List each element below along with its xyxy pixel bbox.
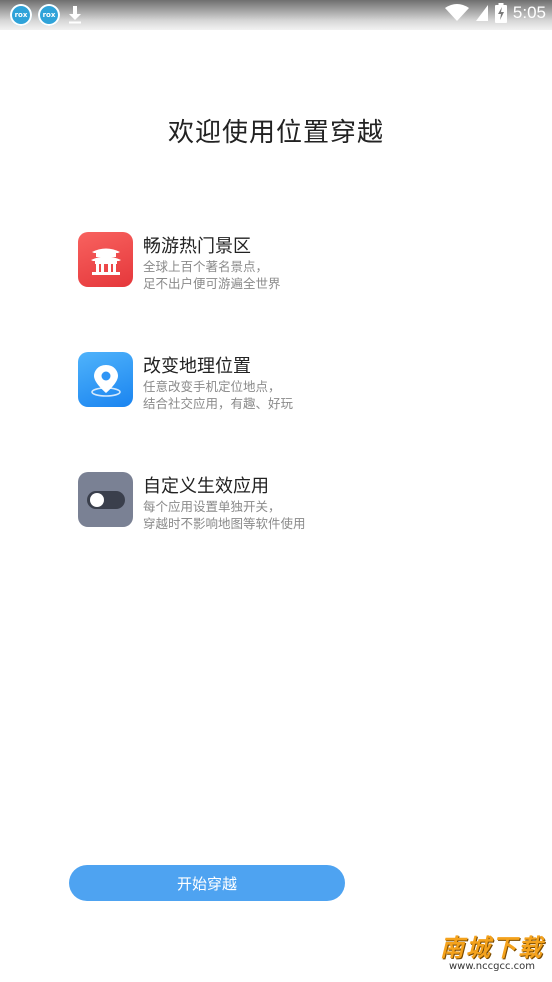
system-status-area: 5:05 [444,3,546,23]
status-bar: rox rox 5:05 [0,0,552,30]
feature-title: 畅游热门景区 [143,236,251,257]
palace-icon [78,232,133,287]
page-title: 欢迎使用位置穿越 [167,118,384,148]
start-button[interactable]: 开始穿越 [69,865,345,901]
feature-title: 改变地理位置 [143,356,251,377]
watermark: 南城下载 www.nccgcc.com [440,928,544,972]
feature-change-location: 改变地理位置 任意改变手机定位地点， 结合社交应用，有趣、好玩 [78,352,498,412]
wifi-icon [444,4,469,21]
toggle-switch-icon [78,472,133,527]
signal-icon [475,5,488,21]
app-notification-icon: rox [10,4,32,26]
watermark-url: www.nccgcc.com [448,961,535,972]
download-icon [66,4,84,26]
battery-charging-icon [494,3,507,23]
feature-scenic-spots: 畅游热门景区 全球上百个著名景点， 足不出户便可游遍全世界 [78,232,498,292]
location-pin-icon [78,352,133,407]
feature-description: 全球上百个著名景点， 足不出户便可游遍全世界 [143,259,281,291]
notification-area: rox rox [10,4,84,26]
clock: 5:05 [512,3,546,22]
feature-description: 每个应用设置单独开关， 穿越时不影响地图等软件使用 [143,499,306,531]
app-notification-icon: rox [38,4,60,26]
feature-description: 任意改变手机定位地点， 结合社交应用，有趣、好玩 [143,379,294,411]
feature-title: 自定义生效应用 [143,476,269,497]
watermark-logo: 南城下载 [440,934,544,962]
feature-custom-apps: 自定义生效应用 每个应用设置单独开关， 穿越时不影响地图等软件使用 [78,472,498,532]
